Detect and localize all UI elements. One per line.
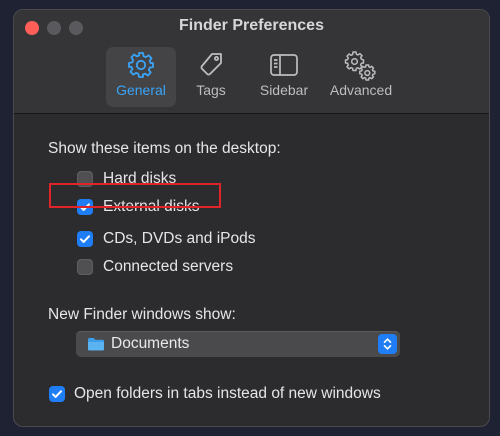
sidebar-icon	[270, 54, 298, 76]
tab-tags[interactable]: Tags	[188, 47, 234, 107]
cds-dvds-ipods-label: CDs, DVDs and iPods	[103, 230, 256, 247]
open-in-tabs-option[interactable]: Open folders in tabs instead of new wind…	[49, 383, 381, 405]
tab-advanced[interactable]: Advanced	[324, 47, 398, 107]
select-value: Documents	[111, 335, 190, 352]
checkmark-icon	[52, 390, 62, 398]
cds-dvds-ipods-option[interactable]: CDs, DVDs and iPods	[77, 228, 255, 250]
gear-icon	[128, 52, 154, 78]
tab-tags-label: Tags	[196, 82, 226, 98]
cds-dvds-ipods-checkbox[interactable]	[77, 231, 93, 247]
new-finder-windows-heading: New Finder windows show:	[48, 306, 236, 323]
connected-servers-label: Connected servers	[103, 258, 234, 275]
tab-sidebar[interactable]: Sidebar	[252, 47, 316, 107]
tab-sidebar-label: Sidebar	[259, 82, 309, 98]
checkmark-icon	[80, 235, 90, 243]
highlight-box	[49, 183, 221, 208]
select-stepper[interactable]	[378, 334, 397, 354]
toolbar: Finder Preferences General Tags Sidebar …	[14, 10, 489, 114]
connected-servers-checkbox[interactable]	[77, 259, 93, 275]
window-title: Finder Preferences	[179, 17, 324, 34]
connected-servers-option[interactable]: Connected servers	[77, 256, 233, 278]
open-in-tabs-checkbox[interactable]	[49, 386, 65, 402]
new-finder-window-select[interactable]: Documents	[76, 331, 400, 357]
gears-icon	[344, 51, 376, 81]
open-in-tabs-label: Open folders in tabs instead of new wind…	[74, 385, 381, 402]
folder-icon	[88, 338, 104, 351]
tab-advanced-label: Advanced	[329, 82, 393, 98]
tag-icon	[200, 53, 222, 76]
finder-preferences-window: Finder Preferences General Tags Sidebar …	[13, 9, 490, 427]
chevron-up-down-icon	[383, 338, 392, 350]
desktop-items-heading: Show these items on the desktop:	[48, 140, 281, 157]
tab-general[interactable]: General	[106, 47, 176, 107]
tab-general-label: General	[116, 82, 166, 98]
